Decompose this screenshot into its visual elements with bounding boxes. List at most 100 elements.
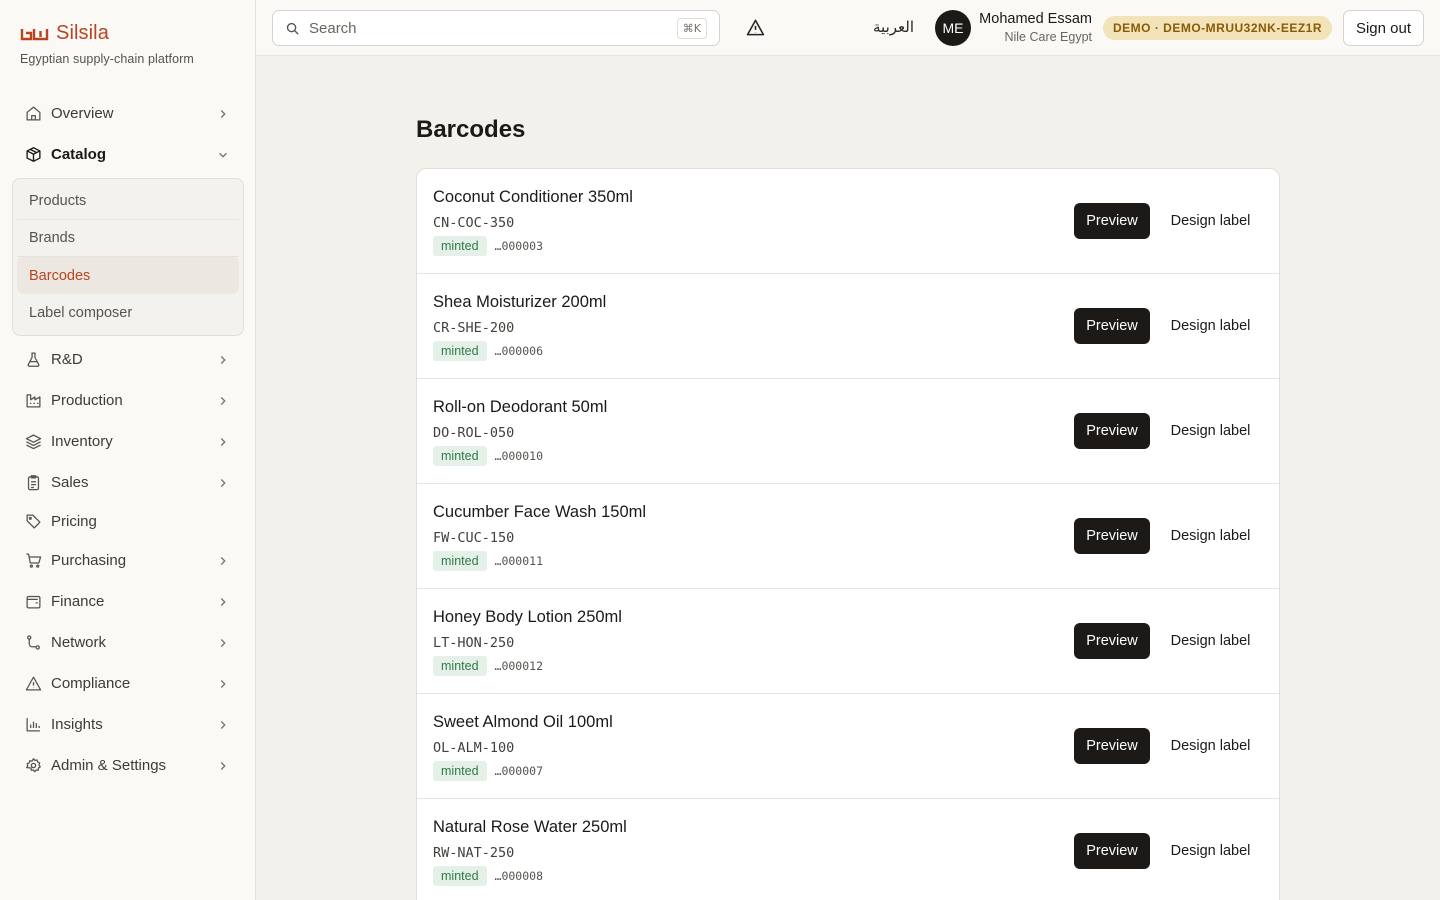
user-name: Mohamed Essam [979,11,1092,27]
sidebar-item-compliance[interactable]: Compliance [12,663,244,704]
preview-button[interactable]: Preview [1074,728,1150,764]
product-name: Honey Body Lotion 250ml [433,608,622,626]
chevron-right-icon [216,476,230,490]
layers-icon [24,433,42,451]
sidebar-item-network[interactable]: Network [12,622,244,663]
home-icon [24,105,42,123]
search-input[interactable] [309,19,677,37]
product-sku: CN-COC-350 [433,215,515,231]
chevron-right-icon [216,394,230,408]
chevron-right-icon [216,718,230,732]
gear-icon [24,757,42,775]
sidebar-item-rnd[interactable]: R&D [12,339,244,380]
sidebar-item-label: Sales [51,474,89,491]
list-item: Honey Body Lotion 250ml LT-HON-250 minte… [417,589,1279,694]
tag-icon [24,513,42,531]
sidebar-item-finance[interactable]: Finance [12,581,244,622]
sidebar-item-label: Purchasing [51,552,127,569]
sidebar-item-label: Production [51,392,123,409]
sidebar: Silsila Egyptian supply-chain platform O… [0,0,256,900]
barcode-serial: …000012 [494,659,543,673]
preview-button[interactable]: Preview [1074,518,1150,554]
preview-button[interactable]: Preview [1074,623,1150,659]
sidebar-item-label: Pricing [51,513,97,530]
chevron-right-icon [216,435,230,449]
topbar: ⌘K العربية ME Mohamed Essam Nile Care Eg… [256,0,1440,56]
sidebar-item-label: Admin & Settings [51,757,167,774]
demo-badge: DEMO · DEMO-MRUU32NK-EEZ1R [1103,16,1333,40]
sign-out-button[interactable]: Sign out [1343,10,1424,46]
clipboard-icon [24,474,42,492]
preview-button[interactable]: Preview [1074,413,1150,449]
sidebar-item-overview[interactable]: Overview [12,93,244,134]
flask-icon [24,351,42,369]
subnav-item-label-composer[interactable]: Label composer [17,294,239,331]
subnav-item-barcodes[interactable]: Barcodes [17,257,239,294]
warning-icon [24,675,42,693]
product-sku: DO-ROL-050 [433,425,515,441]
brand-tagline: Egyptian supply-chain platform [20,52,194,66]
barcode-serial: …000008 [494,869,543,883]
box-icon [24,146,42,164]
subnav-item-brands[interactable]: Brands [17,220,239,257]
chevron-right-icon [216,353,230,367]
design-label-button[interactable]: Design label [1162,833,1259,869]
chevron-right-icon [216,759,230,773]
preview-button[interactable]: Preview [1074,203,1150,239]
chevron-right-icon [216,554,230,568]
chevron-right-icon [216,636,230,650]
sidebar-item-sales[interactable]: Sales [12,462,244,503]
product-name: Coconut Conditioner 350ml [433,188,633,206]
list-item: Shea Moisturizer 200ml CR-SHE-200 minted… [417,274,1279,379]
brand[interactable]: Silsila Egyptian supply-chain platform [20,22,194,66]
page-title: Barcodes [416,116,526,143]
barcode-serial: …000011 [494,554,543,568]
search-icon [285,21,300,36]
sidebar-item-purchasing[interactable]: Purchasing [12,540,244,581]
product-sku: LT-HON-250 [433,635,515,651]
avatar[interactable]: ME [935,10,971,46]
sidebar-item-pricing[interactable]: Pricing [12,503,244,540]
design-label-button[interactable]: Design label [1162,728,1259,764]
user-info[interactable]: Mohamed Essam Nile Care Egypt [978,11,1092,44]
design-label-button[interactable]: Design label [1162,413,1259,449]
list-item: Cucumber Face Wash 150ml FW-CUC-150 mint… [417,484,1279,589]
search-box[interactable]: ⌘K [272,10,720,46]
sidebar-item-admin-settings[interactable]: Admin & Settings [12,745,244,786]
sidebar-item-label: Inventory [51,433,113,450]
route-icon [24,634,42,652]
design-label-button[interactable]: Design label [1162,308,1259,344]
chevron-right-icon [216,595,230,609]
product-name: Cucumber Face Wash 150ml [433,503,647,521]
silsila-logo-icon [20,28,49,40]
search-shortcut-hint: ⌘K [676,17,707,39]
alerts-button[interactable] [744,16,766,38]
user-org: Nile Care Egypt [1004,30,1092,44]
sidebar-item-inventory[interactable]: Inventory [12,421,244,462]
product-sku: RW-NAT-250 [433,845,515,861]
design-label-button[interactable]: Design label [1162,518,1259,554]
preview-button[interactable]: Preview [1074,308,1150,344]
sidebar-item-label: Catalog [51,146,107,163]
sidebar-item-label: R&D [51,351,83,368]
sidebar-item-label: Network [51,634,107,651]
barcode-serial: …000007 [494,764,543,778]
design-label-button[interactable]: Design label [1162,203,1259,239]
chevron-right-icon [216,107,230,121]
status-badge: minted [433,341,487,361]
sidebar-item-production[interactable]: Production [12,380,244,421]
sidebar-item-label: Insights [51,716,103,733]
language-switch[interactable]: العربية [873,18,914,36]
status-badge: minted [433,866,487,886]
status-badge: minted [433,761,487,781]
chevron-right-icon [216,677,230,691]
sidebar-item-insights[interactable]: Insights [12,704,244,745]
preview-button[interactable]: Preview [1074,833,1150,869]
status-badge: minted [433,446,487,466]
sidebar-item-catalog[interactable]: Catalog [12,134,244,175]
list-item: Roll-on Deodorant 50ml DO-ROL-050 minted… [417,379,1279,484]
design-label-button[interactable]: Design label [1162,623,1259,659]
barcode-serial: …000006 [494,344,543,358]
subnav-item-products[interactable]: Products [17,183,239,220]
warning-icon [746,19,764,35]
